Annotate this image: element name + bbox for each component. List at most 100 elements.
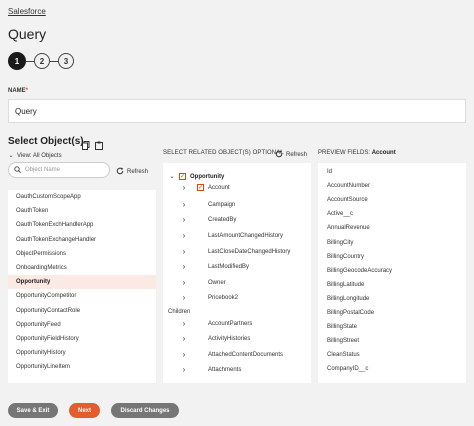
object-list-item[interactable]: OpportunityContactRole — [8, 304, 156, 318]
chevron-right-icon[interactable]: › — [181, 200, 187, 209]
related-object-item[interactable]: › Owner — [181, 278, 226, 287]
refresh-objects-button[interactable]: Refresh — [116, 167, 148, 177]
related-objects-tree: ⌄ ✓ Opportunity Children › ✓ Account › Campa… — [163, 163, 311, 383]
related-object-checkbox[interactable]: ✓ — [197, 184, 204, 191]
name-label: NAME* — [8, 88, 29, 94]
chevron-right-icon[interactable]: › — [181, 319, 187, 328]
paste-icon[interactable] — [95, 137, 103, 155]
related-object-item[interactable]: › AccountPartners — [181, 319, 253, 328]
related-object-item[interactable]: › LastAmountChangedHistory — [181, 231, 283, 240]
step-1[interactable]: 1 — [8, 52, 26, 70]
related-object-item[interactable]: › ActivityHistories — [181, 334, 251, 343]
chevron-right-icon[interactable]: › — [181, 183, 187, 192]
refresh-icon — [275, 150, 283, 160]
related-object-label: Owner — [208, 279, 226, 286]
related-object-label: LastCloseDateChangedHistory — [208, 248, 291, 255]
related-object-item[interactable]: › ✓ Account — [181, 183, 230, 192]
object-list-item[interactable]: ObjectPermissions — [8, 247, 156, 261]
preview-field: BillingStreet — [327, 338, 360, 345]
step-connector — [50, 60, 58, 62]
object-list-item[interactable]: OauthCustomScopeApp — [8, 190, 156, 204]
chevron-down-icon[interactable]: ⌄ — [169, 173, 175, 180]
object-list-item[interactable]: OpportunityFeed — [8, 318, 156, 332]
chevron-right-icon[interactable]: › — [181, 293, 187, 302]
step-2[interactable]: 2 — [34, 53, 50, 69]
object-list-item[interactable]: OauthTokenExchHandlerApp — [8, 218, 156, 232]
related-object-checkbox[interactable] — [197, 351, 204, 358]
related-object-label: Pricebook2 — [208, 294, 239, 301]
chevron-right-icon[interactable]: › — [181, 350, 187, 359]
preview-fields-list: Id AccountNumber AccountSource Active__c Ann… — [318, 163, 466, 383]
object-list-item[interactable]: OpportunityHistory — [8, 346, 156, 360]
object-list: OauthCustomScopeApp OauthToken OauthTokenE… — [8, 190, 156, 383]
object-list-item[interactable]: OpportunityLineItem — [8, 360, 156, 374]
related-object-checkbox[interactable] — [197, 294, 204, 301]
object-list-item[interactable]: OauthToken — [8, 204, 156, 218]
object-list-item[interactable]: OauthTokenExchangeHandler — [8, 233, 156, 247]
preview-field: Id — [327, 169, 333, 175]
copy-icon[interactable] — [82, 137, 90, 155]
related-object-checkbox[interactable] — [197, 320, 204, 327]
discard-changes-button[interactable]: Discard Changes — [111, 403, 179, 418]
required-mark: * — [25, 88, 29, 94]
preview-field: AccountSource — [327, 197, 368, 204]
search-input[interactable]: Object Name — [25, 167, 60, 173]
refresh-label: Refresh — [286, 152, 308, 158]
select-objects-title: Select Object(s) — [8, 136, 84, 147]
preview-field: CompanyID__c — [327, 366, 369, 373]
related-object-item[interactable]: › Pricebook2 — [181, 293, 238, 302]
object-list-item[interactable]: OpportunityFieldHistory — [8, 332, 156, 346]
related-object-checkbox[interactable] — [197, 216, 204, 223]
next-button[interactable]: Next — [69, 403, 100, 418]
object-list-item[interactable]: Opportunity — [8, 275, 156, 290]
related-object-checkbox[interactable] — [197, 201, 204, 208]
object-list-item[interactable]: OpportunityCompetitor — [8, 289, 156, 303]
preview-field: BillingGeocodeAccuracy — [327, 267, 393, 274]
related-object-item[interactable]: › LastCloseDateChangedHistory — [181, 247, 291, 256]
step-3[interactable]: 3 — [58, 53, 74, 69]
related-object-item[interactable]: › Attachments — [181, 365, 242, 374]
related-object-item[interactable]: › Campaign — [181, 200, 236, 209]
refresh-related-button[interactable]: Refresh — [275, 150, 307, 160]
related-objects-title: SELECT RELATED OBJECT(S) OPTIONAL — [163, 150, 284, 156]
object-list-item[interactable]: OnboardingMetrics — [8, 261, 156, 275]
related-object-item[interactable]: › AttachedContentDocuments — [181, 350, 283, 359]
root-checkbox[interactable]: ✓ — [179, 173, 186, 180]
preview-field: BillingCity — [327, 239, 354, 246]
preview-field: AnnualRevenue — [327, 225, 370, 232]
chevron-right-icon[interactable]: › — [181, 365, 187, 374]
related-object-label: Account — [208, 184, 230, 191]
chevron-right-icon[interactable]: › — [181, 334, 187, 343]
related-object-checkbox[interactable] — [197, 248, 204, 255]
chevron-right-icon[interactable]: › — [181, 215, 187, 224]
related-object-label: LastAmountChangedHistory — [208, 232, 284, 239]
chevron-down-icon: ⌄ — [8, 153, 14, 159]
related-object-item[interactable]: › CreatedBy — [181, 215, 237, 224]
name-input[interactable]: Query — [8, 99, 466, 123]
chevron-right-icon[interactable]: › — [181, 247, 187, 256]
object-search[interactable]: Object Name — [8, 162, 110, 178]
chevron-right-icon[interactable]: › — [181, 262, 187, 271]
related-object-label: AttachedContentDocuments — [208, 351, 284, 358]
refresh-label: Refresh — [127, 169, 149, 175]
chevron-right-icon[interactable]: › — [181, 278, 187, 287]
related-object-checkbox[interactable] — [197, 263, 204, 270]
preview-field: Active__c — [327, 211, 354, 218]
breadcrumb[interactable]: Salesforce — [8, 7, 46, 16]
preview-fields-title: PREVIEW FIELDS: Account — [318, 150, 396, 156]
related-object-checkbox[interactable] — [197, 279, 204, 286]
tree-root[interactable]: ⌄ ✓ Opportunity — [169, 173, 224, 180]
preview-field: BillingPostalCode — [327, 310, 375, 316]
search-icon — [14, 165, 21, 175]
related-object-item[interactable]: › LastModifiedBy — [181, 262, 249, 271]
refresh-icon — [116, 167, 124, 177]
view-filter[interactable]: ⌄ View: All Objects — [8, 152, 61, 160]
related-object-label: AccountPartners — [208, 320, 253, 327]
related-object-checkbox[interactable] — [197, 335, 204, 342]
related-object-checkbox[interactable] — [197, 232, 204, 239]
chevron-right-icon[interactable]: › — [181, 231, 187, 240]
related-object-label: LastModifiedBy — [208, 263, 250, 270]
preview-field: BillingLongitude — [327, 295, 370, 302]
save-exit-button[interactable]: Save & Exit — [8, 403, 58, 418]
related-object-checkbox[interactable] — [197, 366, 204, 373]
